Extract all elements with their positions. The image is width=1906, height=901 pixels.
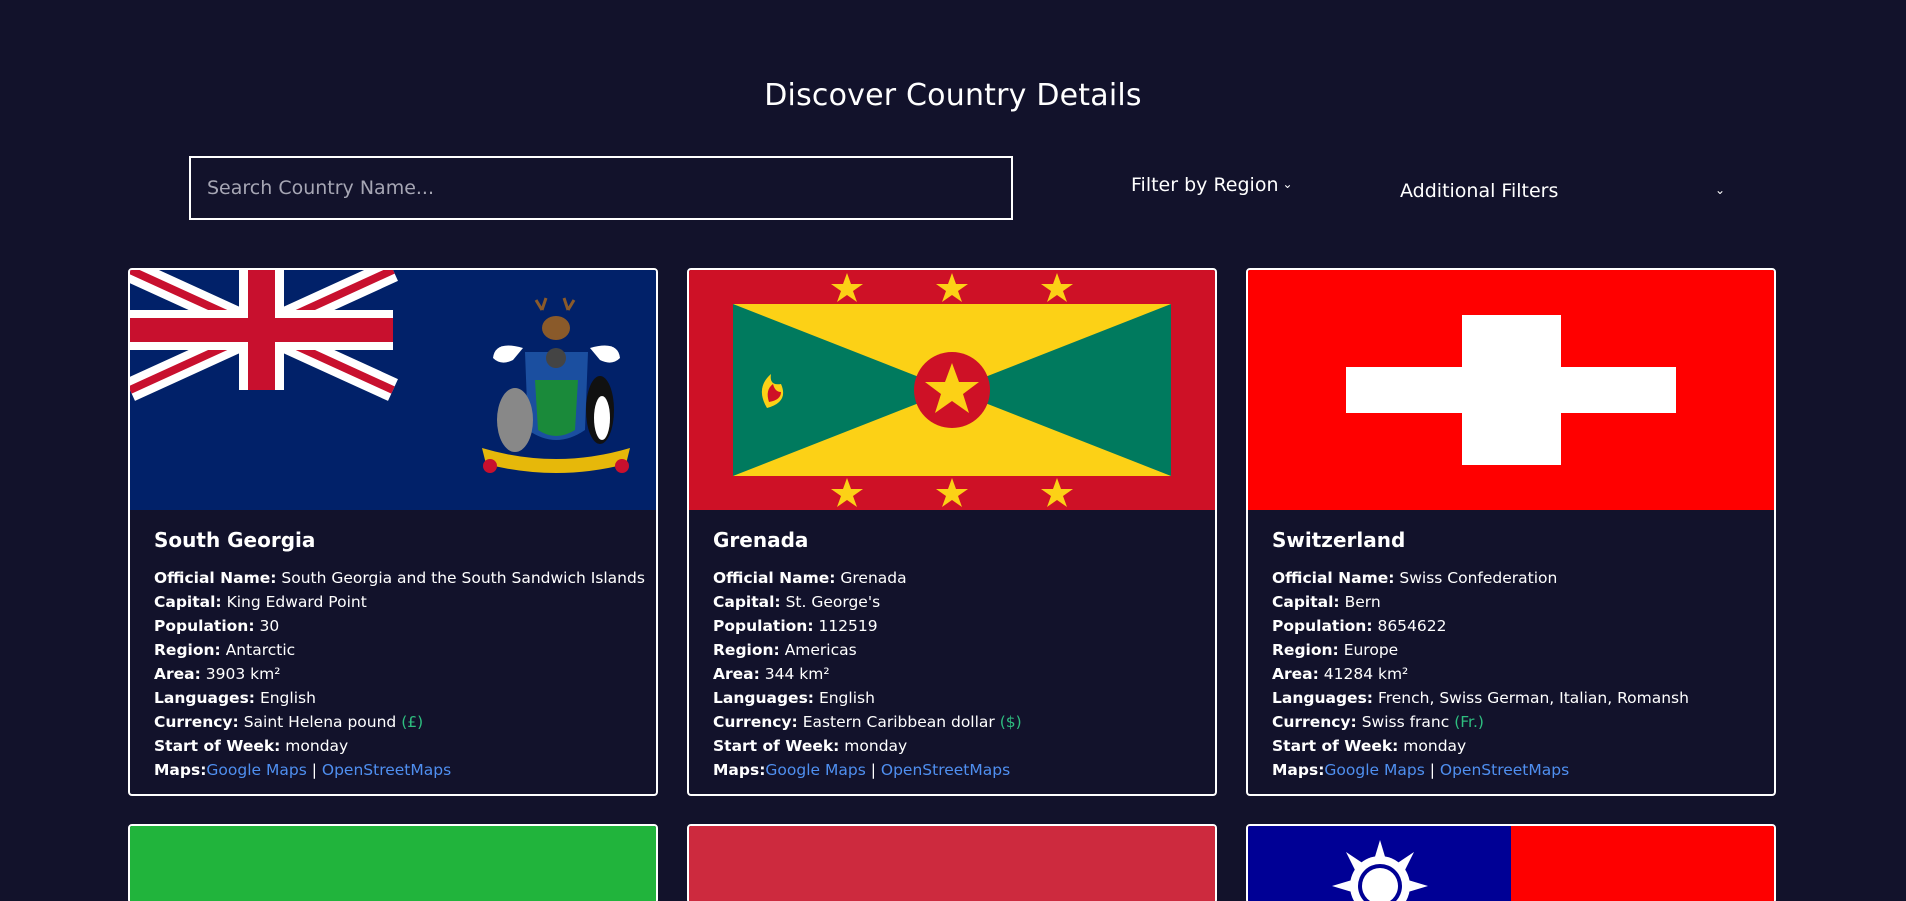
country-card[interactable] [1246, 824, 1776, 901]
additional-filters-dropdown[interactable]: Additional Filters ⌄ [1400, 180, 1725, 202]
start-of-week-row: Start of Week: monday [1272, 737, 1467, 755]
maps-row: Maps:Google Maps | OpenStreetMaps [713, 761, 1011, 779]
openstreetmaps-link[interactable]: OpenStreetMaps [1440, 761, 1569, 779]
currency-row: Currency: Swiss franc (Fr.) [1272, 713, 1484, 731]
additional-filters-label: Additional Filters [1400, 180, 1559, 202]
grenada-flag-icon [689, 270, 1215, 510]
region-filter-dropdown[interactable]: Filter by Region ⌄ [1131, 174, 1293, 196]
taiwan-flag-icon [1248, 826, 1774, 901]
languages-row: Languages: English [154, 689, 316, 707]
country-name: South Georgia [154, 528, 316, 552]
currency-row: Currency: Saint Helena pound (£) [154, 713, 424, 731]
start-of-week-row: Start of Week: monday [713, 737, 908, 755]
country-card[interactable]: Switzerland Official Name: Swiss Confede… [1246, 268, 1776, 796]
switzerland-flag-icon [1248, 270, 1774, 510]
google-maps-link[interactable]: Google Maps [206, 761, 306, 779]
currency-row: Currency: Eastern Caribbean dollar ($) [713, 713, 1022, 731]
capital-row: Capital: St. George's [713, 593, 881, 611]
official-name-row: Official Name: South Georgia and the Sou… [154, 569, 645, 587]
region-row: Region: Americas [713, 641, 857, 659]
chevron-down-icon: ⌄ [1714, 183, 1725, 197]
capital-row: Capital: King Edward Point [154, 593, 367, 611]
start-of-week-row: Start of Week: monday [154, 737, 349, 755]
maps-row: Maps:Google Maps | OpenStreetMaps [1272, 761, 1570, 779]
languages-row: Languages: French, Swiss German, Italian… [1272, 689, 1689, 707]
country-card[interactable] [128, 824, 658, 901]
official-name-row: Official Name: Grenada [713, 569, 907, 587]
country-card[interactable] [687, 824, 1217, 901]
official-name-row: Official Name: Swiss Confederation [1272, 569, 1558, 587]
openstreetmaps-link[interactable]: OpenStreetMaps [322, 761, 451, 779]
country-card[interactable]: Grenada Official Name: Grenada Capital: … [687, 268, 1217, 796]
languages-row: Languages: English [713, 689, 875, 707]
area-row: Area: 3903 km² [154, 665, 281, 683]
population-row: Population: 112519 [713, 617, 878, 635]
region-row: Region: Europe [1272, 641, 1399, 659]
currency-symbol: (Fr.) [1454, 713, 1484, 731]
region-row: Region: Antarctic [154, 641, 296, 659]
country-name: Grenada [713, 528, 809, 552]
country-card[interactable]: South Georgia Official Name: South Georg… [128, 268, 658, 796]
page-title: Discover Country Details [764, 78, 1142, 113]
openstreetmaps-link[interactable]: OpenStreetMaps [881, 761, 1010, 779]
green-flag-icon [130, 826, 656, 901]
capital-row: Capital: Bern [1272, 593, 1381, 611]
population-row: Population: 30 [154, 617, 280, 635]
area-row: Area: 41284 km² [1272, 665, 1409, 683]
south-georgia-flag-icon [130, 270, 656, 510]
population-row: Population: 8654622 [1272, 617, 1447, 635]
maps-row: Maps:Google Maps | OpenStreetMaps [154, 761, 452, 779]
google-maps-link[interactable]: Google Maps [1324, 761, 1424, 779]
country-name: Switzerland [1272, 528, 1406, 552]
area-row: Area: 344 km² [713, 665, 830, 683]
currency-symbol: ($) [999, 713, 1022, 731]
red-flag-icon [689, 826, 1215, 901]
region-filter-label: Filter by Region [1131, 174, 1279, 196]
google-maps-link[interactable]: Google Maps [765, 761, 865, 779]
currency-symbol: (£) [401, 713, 424, 731]
chevron-down-icon: ⌄ [1282, 177, 1293, 191]
search-input[interactable] [189, 156, 1013, 220]
